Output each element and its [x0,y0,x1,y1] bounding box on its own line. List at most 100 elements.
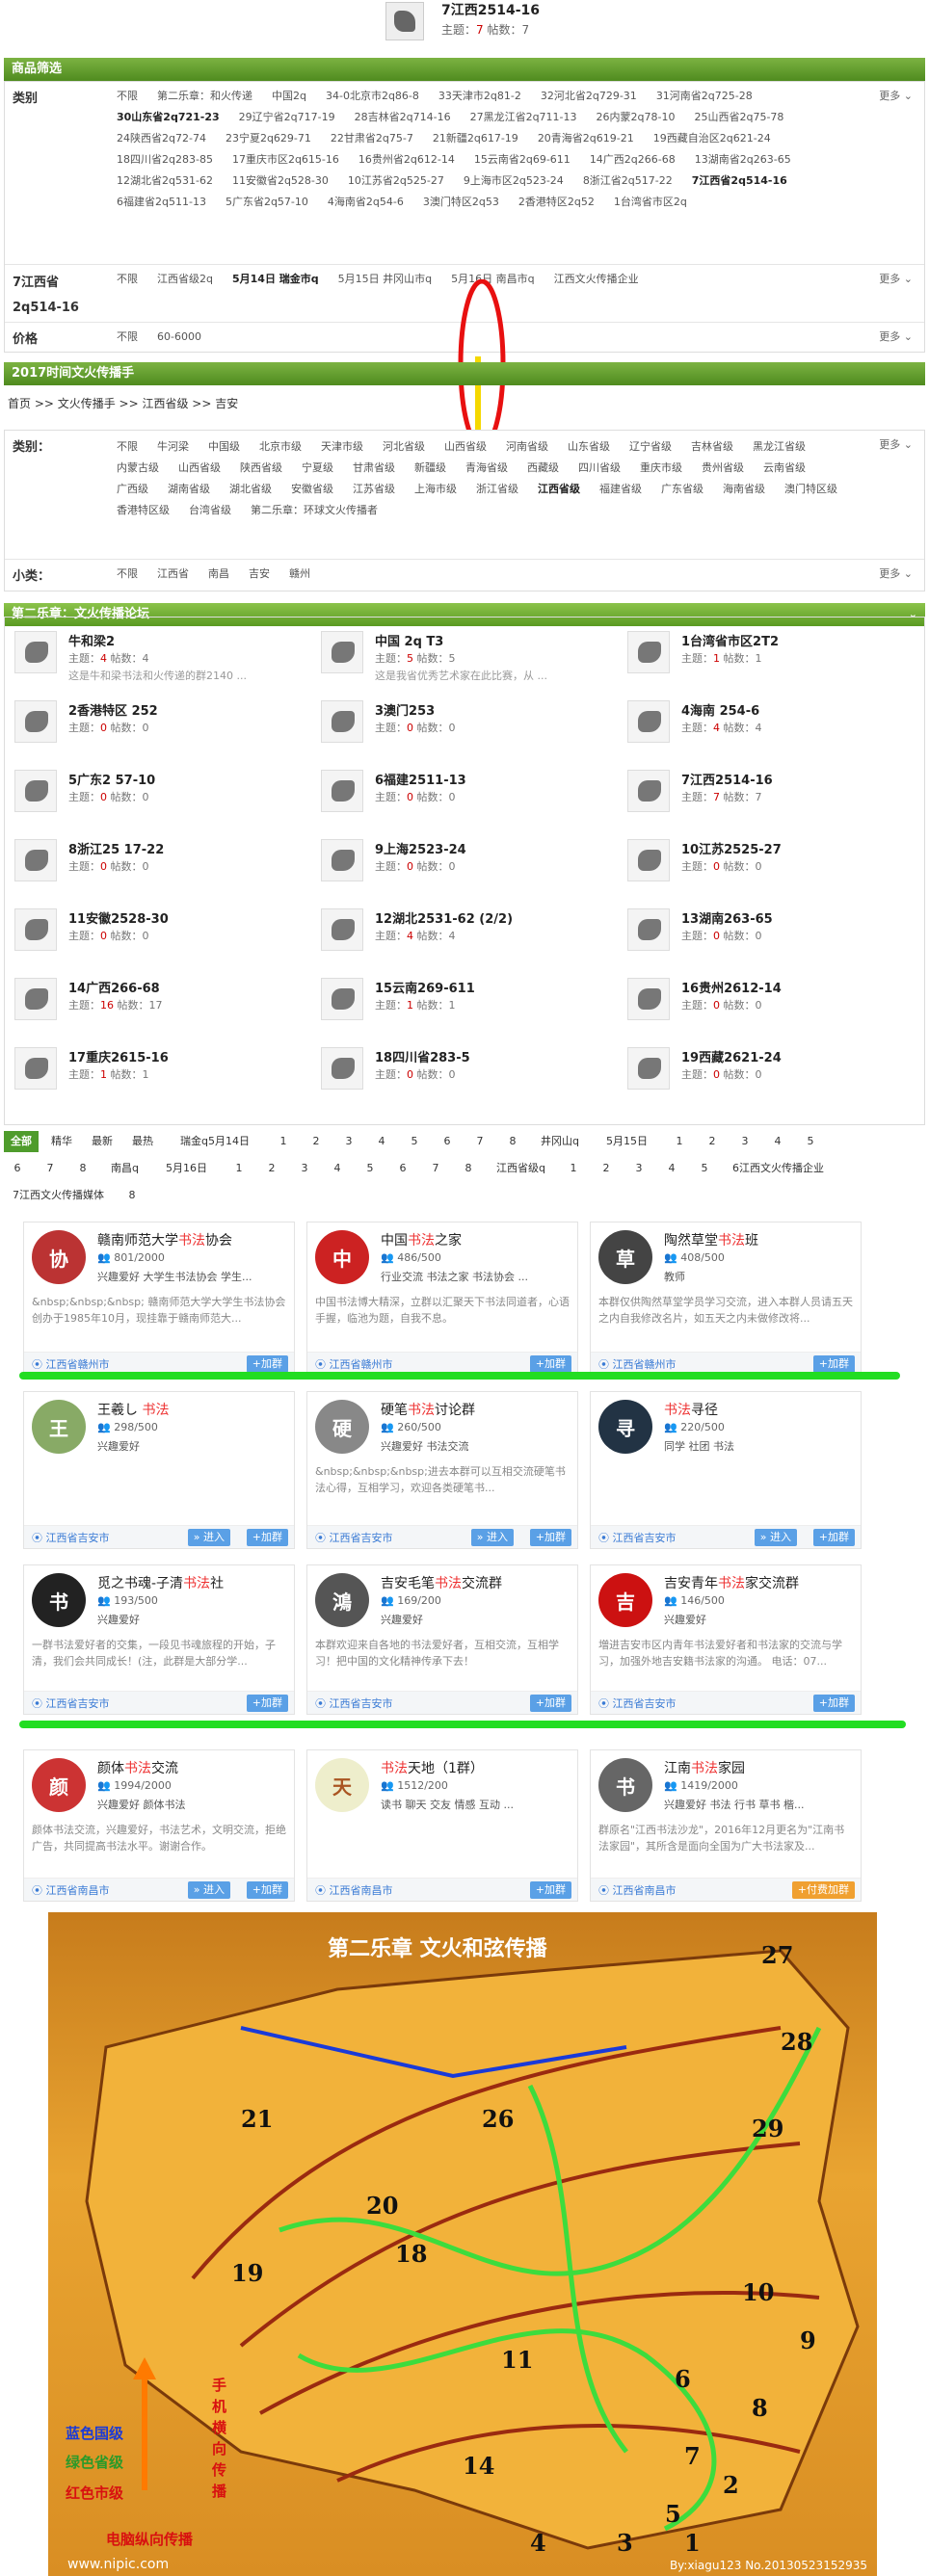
filter-value[interactable]: 10江苏省2q525-27 [348,171,444,192]
join-group-button[interactable]: +加群 [529,1355,571,1373]
enter-group-button[interactable]: » 进入 [187,1529,230,1546]
filter-value[interactable]: 20青海省2q619-21 [538,128,634,149]
more-button[interactable]: 更多 ⌄ [879,329,913,344]
tab-15[interactable]: 1 [666,1131,693,1152]
tab-7[interactable]: 3 [335,1131,362,1152]
filter-value[interactable]: 青海省级 [465,458,508,479]
more-button[interactable]: 更多 ⌄ [879,565,913,581]
forum-item[interactable]: 6福建2511-13 主题：0 帖数：0 [321,766,620,828]
filter-value[interactable]: 贵州省级 [702,458,744,479]
tab-11[interactable]: 7 [466,1131,493,1152]
forum-item-title[interactable]: 3澳门253 [375,700,435,719]
filter-value[interactable]: 安徽省级 [291,479,333,500]
forum-item-title[interactable]: 11安徽2528-30 [68,908,169,927]
filter-value[interactable]: 广西级 [117,479,148,500]
tab-18[interactable]: 4 [764,1131,791,1152]
filter-value[interactable]: 江西省 [157,564,189,585]
forum-item-title[interactable]: 4海南 254-6 [681,700,759,719]
filter-value[interactable]: 上海市级 [414,479,457,500]
forum-item[interactable]: 4海南 254-6 主题：4 帖数：4 [627,697,926,758]
filter-value[interactable]: 1台湾省市区2q [614,192,687,213]
tab-5[interactable]: 1 [270,1131,297,1152]
filter-value[interactable]: 第二乐章：和火传递 [157,86,252,107]
filter-value[interactable]: 天津市级 [321,436,363,458]
filter-value[interactable]: 广东省级 [661,479,703,500]
filter-value[interactable]: 3澳门特区2q53 [423,192,499,213]
join-group-button[interactable]: +加群 [529,1695,571,1712]
forum-item-title[interactable]: 14广西266-68 [68,978,160,996]
group-name[interactable]: 硬笔书法讨论群 [381,1400,475,1419]
group-card[interactable]: 天书法天地（1群） 👥 1512/200 读书 聊天 交友 情感 互动 ... ⦿ 江… [306,1749,578,1902]
filter-value[interactable]: 29辽宁省2q717-19 [239,107,335,128]
filter-value[interactable]: 34-0北京市2q86-8 [326,86,419,107]
tab-1[interactable]: 精华 [44,1131,79,1152]
tab-14[interactable]: 5月15日 [594,1131,660,1152]
forum-item[interactable]: 2香港特区 252 主题：0 帖数：0 [14,697,313,758]
filter-value[interactable]: 宁夏级 [302,458,333,479]
filter-value[interactable]: 山西省级 [444,436,487,458]
tab-5[interactable]: 1 [226,1158,252,1179]
forum-item-title[interactable]: 6福建2511-13 [375,770,466,788]
group-name[interactable]: 陶然草堂书法班 [664,1230,758,1249]
group-card[interactable]: 草陶然草堂书法班 👥 408/500 教师 本群仅供陶然草堂学员学习交流，进入本群人员… [590,1222,862,1376]
tab-3[interactable]: 最热 [125,1131,160,1152]
tab-8[interactable]: 4 [324,1158,351,1179]
group-name[interactable]: 书法天地（1群） [381,1758,484,1777]
group-card[interactable]: 书江南书法家园 👥 1419/2000 兴趣爱好 书法 行书 草书 楷... 群原名"… [590,1749,862,1902]
forum-item-title[interactable]: 5广东2 57-10 [68,770,155,788]
filter-value[interactable]: 内蒙古级 [117,458,159,479]
filter-value[interactable]: 西藏级 [527,458,559,479]
forum-item-title[interactable]: 16贵州2612-14 [681,978,782,996]
tab-16[interactable]: 2 [699,1131,726,1152]
join-group-button[interactable]: +加群 [529,1529,571,1546]
filter-value[interactable]: 山西省级 [178,458,221,479]
filter-value[interactable]: 21新疆2q617-19 [433,128,518,149]
tab-14[interactable]: 1 [560,1158,587,1179]
join-group-button[interactable]: +加群 [529,1881,571,1899]
enter-group-button[interactable]: » 进入 [470,1529,514,1546]
filter-value[interactable]: 28吉林省2q714-16 [355,107,451,128]
filter-value[interactable]: 不限 [117,436,138,458]
tab-4[interactable]: 瑞金q5月14日 [166,1131,264,1152]
filter-value[interactable]: 11安徽省2q528-30 [232,171,329,192]
forum-item-title[interactable]: 中国 2q T3 [375,631,443,649]
forum-item[interactable]: 8浙江25 17-22 主题：0 帖数：0 [14,835,313,897]
forum-item-title[interactable]: 19西藏2621-24 [681,1047,782,1065]
filter-value[interactable]: 江西省级2q [157,269,213,290]
tab-9[interactable]: 5 [401,1131,428,1152]
filter-value[interactable]: 辽宁省级 [629,436,672,458]
tab-13[interactable]: 井冈山q [532,1131,588,1152]
tab-12[interactable]: 8 [499,1131,526,1152]
filter-value[interactable]: 浙江省级 [476,479,518,500]
join-group-button[interactable]: +加群 [246,1355,288,1373]
tab-0[interactable]: 全部 [4,1131,39,1152]
filter-value[interactable]: 32河北省2q729-31 [541,86,637,107]
filter-value[interactable]: 8浙江省2q517-22 [583,171,673,192]
filter-value[interactable]: 23宁夏2q629-71 [226,128,311,149]
group-card[interactable]: 王王羲し 书法 👥 298/500 兴趣爱好 ⦿ 江西省吉安市 +加群 » 进入 [23,1391,295,1549]
join-group-button[interactable]: +加群 [812,1355,855,1373]
tab-6[interactable]: 2 [258,1158,285,1179]
filter-value[interactable]: 赣州 [289,564,310,585]
filter-value[interactable]: 重庆市级 [640,458,682,479]
join-group-button[interactable]: +加群 [812,1529,855,1546]
filter-value[interactable]: 17重庆市区2q615-16 [232,149,339,171]
filter-value[interactable]: 7江西省2q514-16 [692,171,787,192]
forum-item[interactable]: 13湖南263-65 主题：0 帖数：0 [627,905,926,966]
filter-value[interactable]: 2香港特区2q52 [518,192,595,213]
forum-item[interactable]: 牛和梁2 主题：4 帖数：4 这是牛和梁书法和火传递的群2140 ... [14,627,313,689]
group-card[interactable]: 协赣南师范大学书法协会 👥 801/2000 兴趣爱好 大学生书法协会 学生... &… [23,1222,295,1376]
tab-18[interactable]: 5 [691,1158,718,1179]
tab-0[interactable]: 7江西文火传播媒体 [4,1185,113,1206]
tab-10[interactable]: 6 [389,1158,416,1179]
tab-4[interactable]: 5月16日 [153,1158,220,1179]
filter-value[interactable]: 海南省级 [723,479,765,500]
tab-19[interactable]: 5 [797,1131,824,1152]
filter-value[interactable]: 14广西2q266-68 [590,149,676,171]
forum-item-title[interactable]: 9上海2523-24 [375,839,466,857]
tab-3[interactable]: 南昌q [102,1158,147,1179]
tab-19[interactable]: 6江西文火传播企业 [724,1158,833,1179]
group-card[interactable]: 硬硬笔书法讨论群 👥 260/500 兴趣爱好 书法交流 &nbsp;&nbsp;&n… [306,1391,578,1549]
filter-value[interactable]: 5广东省2q57-10 [226,192,308,213]
join-group-button[interactable]: +加群 [812,1695,855,1712]
